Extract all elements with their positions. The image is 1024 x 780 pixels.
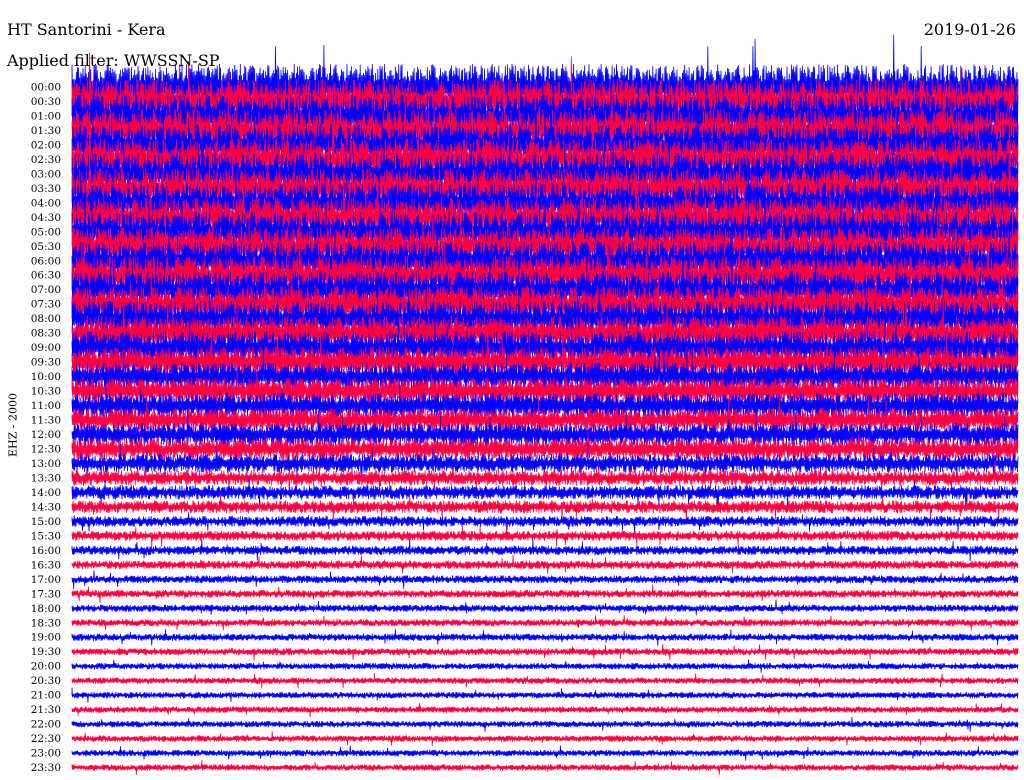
tick-label-1400: 14:00 — [31, 487, 61, 499]
trace-2330 — [71, 760, 1019, 775]
tick-label-2300: 23:00 — [31, 748, 61, 760]
tick-label-0530: 05:30 — [31, 241, 61, 253]
tick-label-0730: 07:30 — [31, 299, 61, 311]
tick-label-1530: 15:30 — [31, 530, 61, 542]
trace-2030 — [71, 673, 1019, 689]
tick-label-0030: 00:30 — [31, 96, 61, 108]
tick-label-1330: 13:30 — [31, 472, 61, 484]
tick-label-1930: 19:30 — [31, 646, 61, 658]
tick-label-0000: 00:00 — [31, 82, 61, 94]
trace-2000 — [71, 659, 1019, 673]
trace-1500 — [71, 512, 1019, 535]
time-tick-labels: 00:00 00:30 01:00 01:30 02:00 02:30 03:00 03:30… — [31, 82, 61, 775]
tick-label-1800: 18:00 — [31, 603, 61, 615]
tick-label-1100: 11:00 — [31, 400, 61, 412]
tick-label-1130: 11:30 — [31, 415, 61, 427]
tick-label-2230: 22:30 — [31, 733, 61, 745]
trace-1830 — [71, 615, 1019, 631]
trace-1700 — [71, 570, 1019, 589]
tick-label-0630: 06:30 — [31, 270, 61, 282]
tick-label-0200: 02:00 — [31, 139, 61, 151]
trace-2100 — [71, 687, 1019, 703]
tick-label-2100: 21:00 — [31, 690, 61, 702]
tick-label-1600: 16:00 — [31, 545, 61, 557]
tick-label-0900: 09:00 — [31, 342, 61, 354]
tick-label-0930: 09:30 — [31, 357, 61, 369]
trace-1800 — [71, 599, 1019, 616]
tick-label-0330: 03:30 — [31, 183, 61, 195]
trace-1930 — [71, 644, 1019, 661]
tick-label-1030: 10:30 — [31, 386, 61, 398]
trace-1530 — [71, 525, 1019, 548]
tick-label-0700: 07:00 — [31, 284, 61, 296]
tick-label-2000: 20:00 — [31, 661, 61, 673]
helicorder-chart: 00:00 00:30 01:00 01:30 02:00 02:30 03:00 03:30… — [31, 34, 1019, 775]
tick-label-1000: 10:00 — [31, 371, 61, 383]
tick-label-1300: 13:00 — [31, 458, 61, 470]
tick-label-1630: 16:30 — [31, 559, 61, 571]
trace-1730 — [71, 584, 1019, 603]
tick-label-0130: 01:30 — [31, 125, 61, 137]
channel-label: EHZ - 2000 — [6, 393, 20, 457]
tick-label-0600: 06:00 — [31, 255, 61, 267]
tick-label-0800: 08:00 — [31, 313, 61, 325]
trace-2300 — [71, 745, 1019, 761]
tick-label-2130: 21:30 — [31, 704, 61, 716]
trace-2200 — [71, 716, 1019, 732]
tick-label-0300: 03:00 — [31, 168, 61, 180]
tick-label-1230: 12:30 — [31, 444, 61, 456]
tick-label-2200: 22:00 — [31, 719, 61, 731]
trace-lines — [71, 34, 1019, 775]
tick-label-2330: 23:30 — [31, 762, 61, 774]
tick-label-2030: 20:30 — [31, 675, 61, 687]
tick-label-1500: 15:00 — [31, 516, 61, 528]
tick-label-0830: 08:30 — [31, 328, 61, 340]
tick-label-1700: 17:00 — [31, 574, 61, 586]
tick-label-0100: 01:00 — [31, 110, 61, 122]
tick-label-1200: 12:00 — [31, 429, 61, 441]
trace-1600 — [71, 539, 1019, 562]
trace-2130 — [71, 703, 1019, 718]
tick-label-0230: 02:30 — [31, 154, 61, 166]
tick-label-0430: 04:30 — [31, 212, 61, 224]
tick-label-0500: 05:00 — [31, 226, 61, 238]
tick-label-0400: 04:00 — [31, 197, 61, 209]
trace-2230 — [71, 731, 1019, 746]
tick-label-1830: 18:30 — [31, 617, 61, 629]
trace-1900 — [71, 629, 1019, 646]
trace-1630 — [71, 554, 1019, 574]
tick-label-1900: 19:00 — [31, 632, 61, 644]
tick-label-1430: 14:30 — [31, 501, 61, 513]
tick-label-1730: 17:30 — [31, 588, 61, 600]
filter-label: Applied filter: WWSSN-SP — [7, 51, 220, 70]
